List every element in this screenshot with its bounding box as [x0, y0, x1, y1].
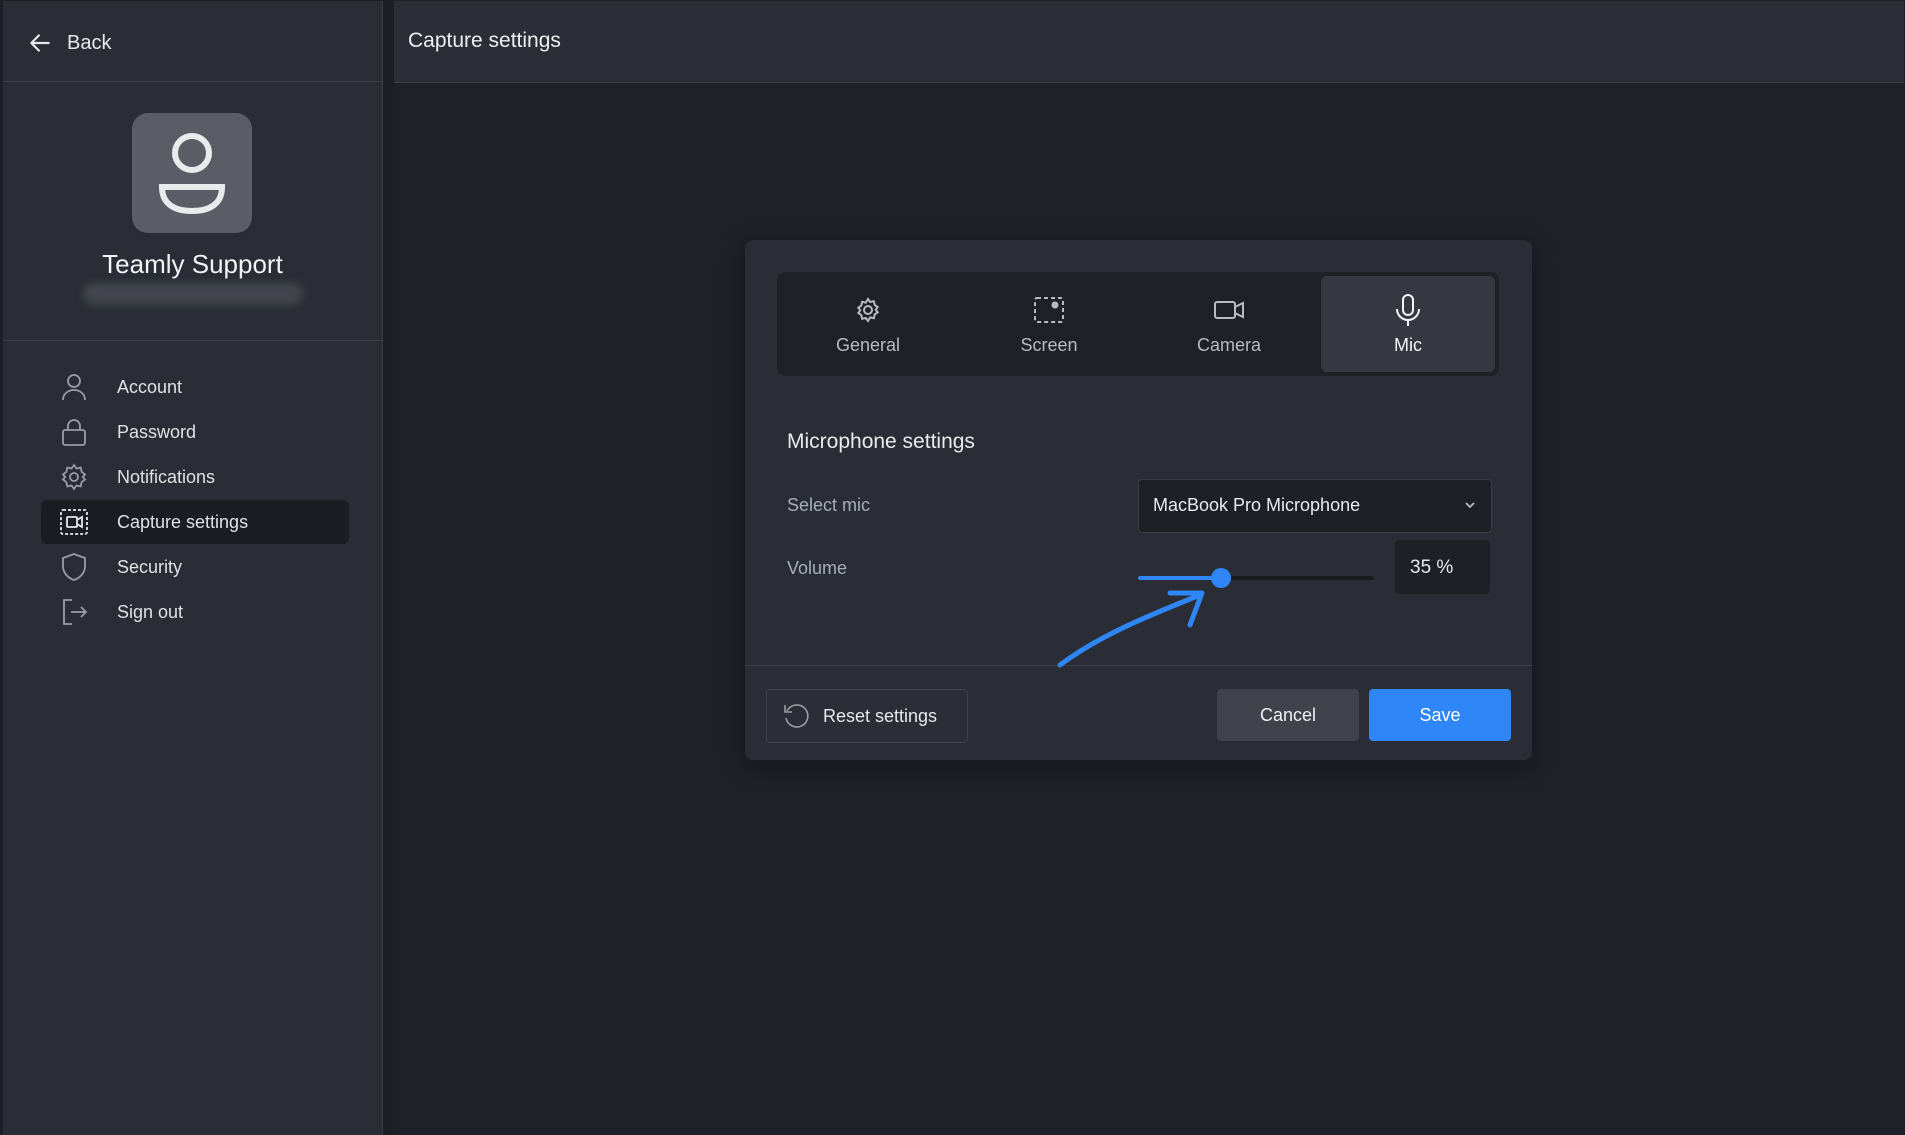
user-icon — [59, 372, 89, 402]
cancel-button[interactable]: Cancel — [1217, 689, 1359, 741]
user-email-blurred — [83, 283, 303, 305]
camera-icon — [1214, 300, 1244, 319]
tab-bar: General Screen Camera Mic — [777, 272, 1499, 376]
divider — [745, 665, 1532, 666]
gear-icon — [59, 462, 89, 492]
tab-mic[interactable]: Mic — [1321, 276, 1495, 372]
slider-fill — [1138, 576, 1221, 580]
section-title: Microphone settings — [787, 430, 975, 453]
sidebar-item-label: Notifications — [117, 466, 216, 487]
sidebar-item-account[interactable]: Account — [41, 365, 349, 409]
volume-value: 35 % — [1410, 557, 1454, 578]
capture-settings-dialog: General Screen Camera Mic Microphone set… — [745, 240, 1532, 760]
tab-label: General — [835, 334, 901, 355]
chevron-down-icon — [1465, 502, 1475, 509]
slider-thumb[interactable] — [1210, 568, 1231, 588]
volume-label: Volume — [787, 558, 848, 578]
save-label: Save — [1419, 704, 1461, 725]
page-title: Capture settings — [408, 29, 561, 52]
shield-icon — [59, 552, 89, 582]
tab-label: Screen — [1020, 334, 1078, 355]
gear-icon — [856, 296, 880, 323]
back-button[interactable]: Back — [27, 25, 111, 61]
sidebar: Back Teamly Support Account Password Not… — [3, 1, 383, 1135]
tab-screen[interactable]: Screen — [962, 276, 1136, 372]
cancel-label: Cancel — [1259, 704, 1317, 725]
user-avatar-icon — [158, 133, 226, 215]
reset-label: Reset settings — [823, 705, 938, 726]
reset-icon — [784, 704, 809, 728]
mic-select[interactable]: MacBook Pro Microphone — [1138, 479, 1492, 533]
sidebar-item-label: Security — [117, 556, 183, 577]
sidebar-item-notifications[interactable]: Notifications — [41, 455, 349, 499]
volume-value-field[interactable]: 35 % — [1395, 540, 1490, 594]
tab-camera[interactable]: Camera — [1142, 276, 1316, 372]
select-mic-label: Select mic — [787, 495, 871, 515]
reset-settings-button[interactable]: Reset settings — [766, 689, 968, 743]
screen-icon — [1034, 296, 1064, 323]
main-header: Capture settings — [394, 1, 1904, 83]
arrow-left-icon — [30, 34, 50, 52]
sidebar-nav: Account Password Notifications Capture s… — [41, 365, 349, 635]
back-label: Back — [67, 31, 112, 54]
save-button[interactable]: Save — [1369, 689, 1511, 741]
sidebar-item-password[interactable]: Password — [41, 410, 349, 454]
sidebar-item-label: Password — [117, 421, 197, 442]
tab-general[interactable]: General — [781, 276, 955, 372]
lock-icon — [59, 417, 89, 447]
tab-label: Mic — [1394, 334, 1422, 355]
divider — [3, 340, 382, 341]
mic-icon — [1396, 293, 1420, 326]
volume-slider[interactable] — [1138, 566, 1374, 590]
sidebar-item-label: Sign out — [117, 601, 184, 622]
tab-label: Camera — [1196, 334, 1262, 355]
sign-out-icon — [59, 597, 89, 627]
mic-select-value: MacBook Pro Microphone — [1153, 495, 1361, 515]
divider — [3, 81, 382, 82]
sidebar-item-capture-settings[interactable]: Capture settings — [41, 500, 349, 544]
sidebar-item-label: Capture settings — [117, 511, 249, 532]
capture-icon — [59, 507, 89, 537]
avatar — [132, 113, 252, 233]
user-name: Teamly Support — [102, 249, 283, 279]
sidebar-item-sign-out[interactable]: Sign out — [41, 590, 349, 634]
sidebar-item-security[interactable]: Security — [41, 545, 349, 589]
sidebar-item-label: Account — [117, 376, 183, 397]
